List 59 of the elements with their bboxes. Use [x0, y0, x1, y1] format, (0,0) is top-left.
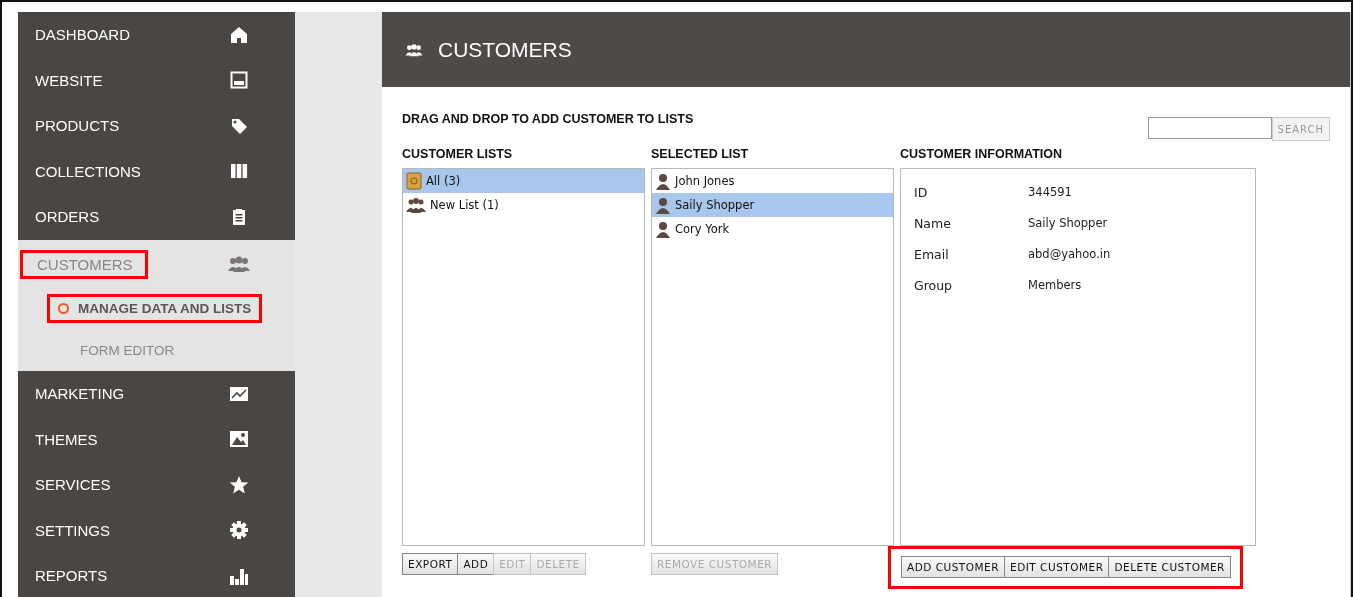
nav-label: THEMES	[35, 429, 98, 450]
settings-icon	[229, 520, 249, 541]
clipboard-icon	[230, 207, 248, 226]
nav-label: REPORTS	[35, 566, 108, 587]
nav-label: ORDERS	[35, 207, 100, 228]
list-item[interactable]: Cory York	[652, 217, 893, 241]
field-label: Group	[914, 278, 954, 295]
nav-label: PRODUCTS	[35, 116, 120, 137]
nav-item[interactable]: MARKETING	[18, 371, 295, 417]
nav-label: SERVICES	[35, 475, 111, 496]
column-heading: CUSTOMER LISTS	[402, 147, 514, 161]
nav-item[interactable]: COLLECTIONS	[18, 148, 295, 194]
person-icon	[655, 220, 671, 238]
image-icon	[229, 430, 249, 449]
person-icon	[655, 196, 671, 214]
star-icon	[229, 474, 249, 495]
nav-item[interactable]: SETTINGS	[18, 507, 295, 553]
nav-label: DASHBOARD	[35, 25, 131, 46]
nav-item[interactable]: ORDERS	[18, 194, 295, 240]
submenu-item[interactable]: MANAGE DATA AND LISTS	[50, 296, 260, 320]
grid-icon	[230, 162, 248, 181]
active-dot-icon	[58, 302, 69, 314]
nav-label: SETTINGS	[35, 520, 110, 541]
field-value: Saily Shopper	[1028, 216, 1108, 232]
people-icon	[227, 255, 251, 274]
column-heading: CUSTOMER INFORMATION	[900, 147, 1064, 161]
list-item[interactable]: New List (1)	[403, 193, 644, 217]
chart-icon	[229, 385, 249, 402]
bar-chart-icon	[229, 566, 249, 585]
field-label: Name	[914, 216, 952, 233]
window-icon	[230, 71, 248, 90]
column-heading: SELECTED LIST	[651, 147, 750, 161]
search-field[interactable]	[1147, 117, 1272, 139]
field-value: 344591	[1028, 185, 1072, 201]
nav-item[interactable]: THEMES	[18, 416, 295, 462]
field-label: ID	[914, 185, 929, 202]
people-icon	[404, 42, 424, 57]
page-title: CUSTOMERS	[438, 37, 572, 62]
nav-item[interactable]: WEBSITE	[18, 57, 295, 103]
nav-item[interactable]: SERVICES	[18, 462, 295, 508]
home-icon	[230, 25, 248, 44]
nav-item[interactable]: PRODUCTS	[18, 103, 295, 149]
nav-label: COLLECTIONS	[35, 161, 141, 182]
list-item[interactable]: John Jones	[652, 169, 893, 193]
field-label: Email	[914, 247, 950, 264]
nav-label: WEBSITE	[35, 70, 103, 91]
field-value: abd@yahoo.in	[1028, 247, 1111, 263]
field-value: Members	[1028, 278, 1082, 294]
list-item[interactable]: Saily Shopper	[652, 193, 893, 217]
group-icon	[406, 197, 426, 213]
tag-icon	[230, 116, 248, 135]
address-book-icon	[406, 172, 422, 190]
nav-label: CUSTOMERS	[23, 252, 145, 276]
nav-label: MARKETING	[35, 384, 125, 405]
list-item[interactable]: All (3)	[403, 169, 644, 193]
nav-item[interactable]: DASHBOARD	[18, 12, 295, 58]
person-icon	[655, 172, 671, 190]
nav-item[interactable]: REPORTS	[18, 553, 295, 597]
instruction-text: DRAG AND DROP TO ADD CUSTOMER TO LISTS	[402, 112, 694, 126]
